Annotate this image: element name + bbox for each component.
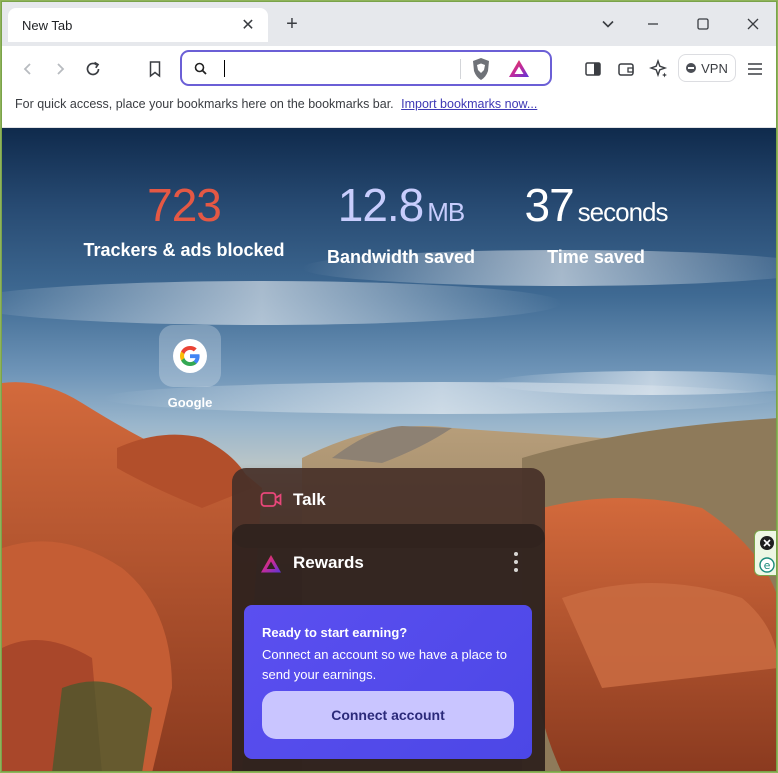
google-icon [173, 339, 207, 373]
minimize-icon [648, 23, 658, 25]
bandwidth-label: Bandwidth saved [326, 247, 476, 267]
close-icon [747, 18, 759, 30]
svg-text:e: e [764, 559, 771, 572]
minimize-button[interactable] [641, 12, 665, 36]
tab-search-dropdown-icon[interactable] [596, 12, 620, 36]
import-bookmarks-link[interactable]: Import bookmarks now... [401, 97, 537, 111]
earning-description: Connect an account so we have a place to… [262, 647, 507, 682]
sidebar-toggle-button[interactable] [580, 56, 606, 82]
back-button[interactable] [15, 56, 41, 82]
extension-side-badge[interactable]: e [754, 530, 776, 576]
leo-ai-button[interactable] [646, 56, 672, 82]
new-tab-page: 723 Trackers & ads blocked 12.8 MB Bandwi… [2, 128, 776, 771]
bookmark-button[interactable] [142, 56, 168, 82]
trackers-label: Trackers & ads blocked [83, 240, 285, 260]
bandwidth-value-row: 12.8 MB [322, 178, 480, 239]
search-icon [194, 62, 207, 75]
edge-e-icon[interactable]: e [759, 557, 775, 573]
address-bar[interactable] [180, 50, 552, 86]
top-site-label: Google [167, 395, 213, 410]
forward-button[interactable] [47, 56, 73, 82]
sparkle-icon [649, 59, 668, 78]
stat-trackers: 723 Trackers & ads blocked [80, 178, 288, 261]
tab-title: New Tab [22, 17, 73, 33]
maximize-icon [697, 18, 709, 30]
chevron-down-icon [602, 20, 614, 28]
time-unit: seconds [577, 197, 669, 227]
menu-button[interactable] [742, 56, 768, 82]
toolbar: VPN [2, 46, 776, 92]
tab-close-icon[interactable]: ✕ [238, 15, 258, 35]
brave-shields-icon[interactable] [470, 57, 492, 81]
brave-rewards-icon[interactable] [508, 58, 530, 80]
close-circle-icon[interactable] [759, 535, 775, 551]
hamburger-menu-icon [748, 63, 762, 75]
reload-button[interactable] [80, 56, 106, 82]
brave-rewards-triangle-icon [261, 555, 281, 573]
tab-strip: New Tab ✕ + [2, 2, 776, 46]
back-arrow-icon [23, 63, 31, 75]
address-bar-divider [460, 59, 461, 79]
talk-title: Talk [293, 490, 326, 509]
maximize-button[interactable] [691, 12, 715, 36]
video-camera-icon [260, 492, 282, 507]
tab-new-tab[interactable]: New Tab ✕ [8, 8, 268, 42]
reload-icon [86, 61, 100, 76]
stat-time: 37 seconds Time saved [510, 178, 682, 268]
vpn-button[interactable]: VPN [678, 54, 736, 82]
browser-window: New Tab ✕ + VPN For quick access, place … [1, 1, 777, 772]
new-tab-button[interactable]: + [280, 12, 304, 36]
rewards-title: Rewards [293, 553, 364, 572]
time-label: Time saved [547, 247, 645, 267]
sidebar-icon [585, 62, 601, 76]
bandwidth-unit: MB [427, 197, 465, 227]
bandwidth-value: 12.8 [337, 179, 425, 231]
close-window-button[interactable] [741, 12, 765, 36]
trackers-count: 723 [147, 179, 222, 231]
forward-arrow-icon [57, 63, 65, 75]
more-options-icon[interactable] [509, 552, 523, 572]
google-logo [180, 346, 200, 366]
text-caret [224, 60, 225, 77]
connect-account-button[interactable]: Connect account [262, 691, 514, 739]
vpn-status-icon [686, 63, 697, 73]
rewards-widget: Rewards Ready to start earning? Connect … [232, 524, 545, 771]
time-value: 37 [524, 179, 574, 231]
wallet-button[interactable] [613, 56, 639, 82]
bookmarks-hint: For quick access, place your bookmarks h… [15, 97, 394, 111]
time-value-row: 37 seconds [510, 178, 682, 239]
stat-bandwidth: 12.8 MB Bandwidth saved [322, 178, 480, 268]
earning-heading: Ready to start earning? [262, 625, 408, 640]
top-site-google[interactable] [159, 325, 221, 387]
wallet-icon [618, 63, 634, 76]
bookmarks-bar: For quick access, place your bookmarks h… [2, 92, 776, 128]
bookmark-icon [149, 61, 161, 78]
earning-panel: Ready to start earning? Connect an accou… [244, 605, 532, 759]
vpn-label: VPN [701, 60, 728, 76]
